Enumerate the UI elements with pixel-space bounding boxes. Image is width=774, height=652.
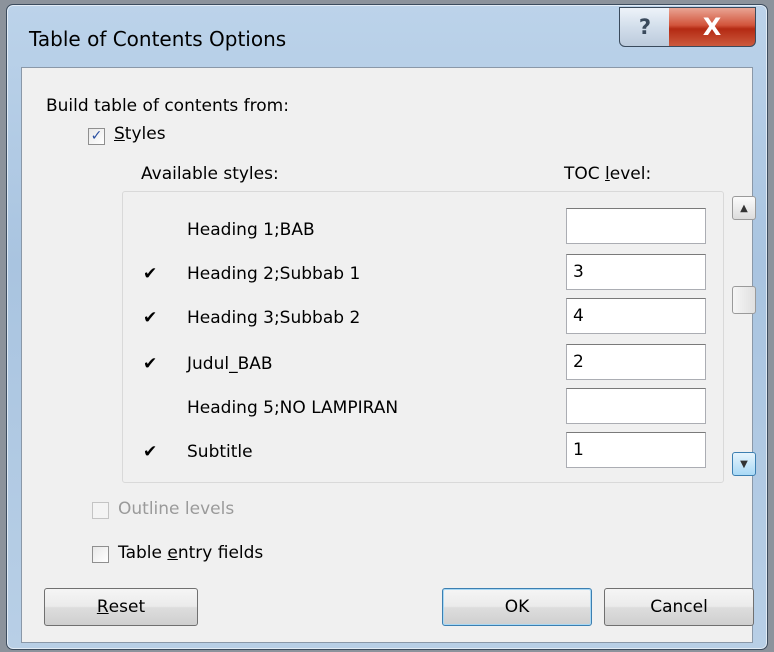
cancel-button[interactable]: Cancel <box>604 588 754 626</box>
toc-level-input[interactable] <box>566 432 706 468</box>
outline-levels-label: Outline levels <box>118 499 235 519</box>
style-name: Judul_BAB <box>187 354 273 374</box>
table-entry-fields-label[interactable]: Table entry fields <box>118 543 263 563</box>
window-title: Table of Contents Options <box>29 27 287 51</box>
row-check-icon: ✔ <box>143 308 158 328</box>
toc-level-label: TOC level: <box>564 164 652 184</box>
available-styles-label: Available styles: <box>141 164 279 184</box>
reset-button[interactable]: Reset <box>44 588 198 626</box>
table-entry-fields-checkbox[interactable] <box>92 546 109 563</box>
checkmark-icon: ✓ <box>90 128 103 144</box>
help-icon: ? <box>638 15 652 39</box>
row-check-icon: ✔ <box>143 354 158 374</box>
scroll-down-button[interactable]: ▼ <box>732 452 756 476</box>
style-name: Heading 5;NO LAMPIRAN <box>187 398 399 418</box>
dialog-window: Table of Contents Options ? X Build tabl… <box>6 4 768 650</box>
arrow-up-icon: ▲ <box>740 202 748 214</box>
scrollbar-thumb[interactable] <box>732 286 756 314</box>
style-name: Subtitle <box>187 442 253 462</box>
row-check-icon: ✔ <box>143 442 158 462</box>
help-button[interactable]: ? <box>619 7 671 47</box>
toc-level-input[interactable] <box>566 208 706 244</box>
section-label: Build table of contents from: <box>46 96 289 116</box>
styles-checkbox[interactable]: ✓ <box>88 128 105 145</box>
scroll-up-button[interactable]: ▲ <box>732 196 756 220</box>
arrow-down-icon: ▼ <box>740 458 748 470</box>
styles-label[interactable]: Styles <box>114 124 166 144</box>
toc-level-input[interactable] <box>566 344 706 380</box>
style-name: Heading 2;Subbab 1 <box>187 264 361 284</box>
ok-button[interactable]: OK <box>442 588 592 626</box>
style-name: Heading 1;BAB <box>187 220 315 240</box>
toc-level-input[interactable] <box>566 254 706 290</box>
styles-list: Heading 1;BAB ✔ Heading 2;Subbab 1 ✔ Hea… <box>122 191 724 483</box>
toc-level-input[interactable] <box>566 388 706 424</box>
toc-level-input[interactable] <box>566 298 706 334</box>
style-name: Heading 3;Subbab 2 <box>187 308 361 328</box>
dialog-body: Build table of contents from: ✓ Styles A… <box>21 67 756 643</box>
close-icon: X <box>702 13 722 41</box>
row-check-icon: ✔ <box>143 264 158 284</box>
close-button[interactable]: X <box>669 7 756 47</box>
outline-levels-checkbox[interactable] <box>92 502 109 519</box>
